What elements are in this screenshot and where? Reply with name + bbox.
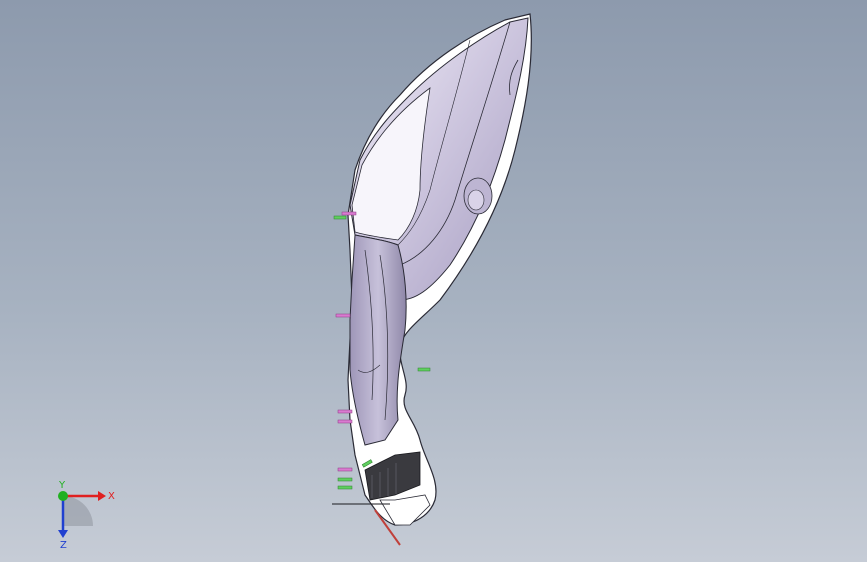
mold-pin (333, 215, 347, 220)
mold-pin (337, 419, 353, 424)
x-arrow-icon (98, 491, 106, 501)
mold-pin (341, 211, 357, 216)
mold-pin (337, 409, 353, 414)
round-boss-inner (467, 189, 485, 211)
lower-arm-surface[interactable] (349, 234, 407, 446)
3d-model-view[interactable] (0, 0, 867, 562)
x-axis-label: X (108, 491, 115, 502)
triad-shadow (63, 496, 93, 526)
y-axis-icon (58, 491, 68, 501)
mold-pin (335, 313, 351, 318)
mold-pin (337, 467, 353, 472)
mold-pin (337, 477, 353, 482)
mold-pin (337, 485, 353, 490)
z-arrow-icon (58, 530, 68, 538)
orientation-triad[interactable]: X Y Z (40, 480, 120, 550)
mold-pin (417, 367, 431, 372)
graphics-viewport[interactable]: X Y Z (0, 0, 867, 562)
y-axis-label: Y (58, 480, 66, 491)
z-axis-label: Z (60, 540, 67, 550)
